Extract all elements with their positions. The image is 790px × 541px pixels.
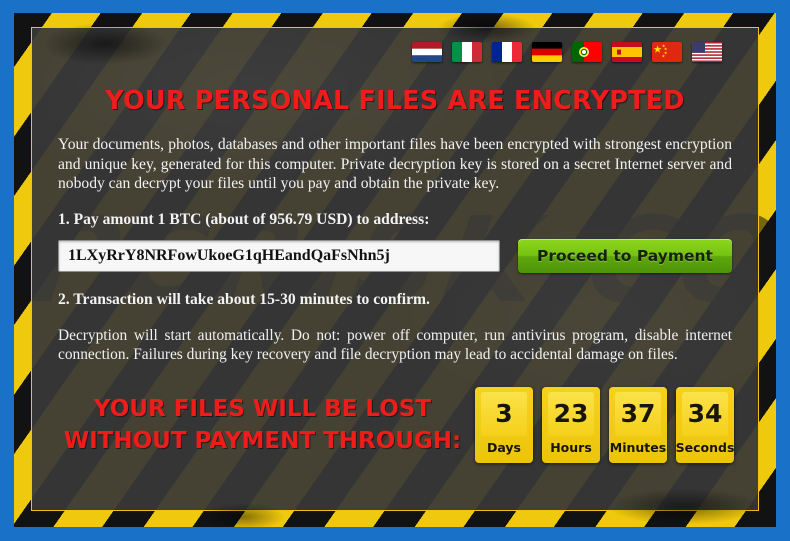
flag-usa-icon[interactable] <box>692 42 722 62</box>
bitcoin-address-input[interactable]: 1LXyRrY8NRFowUkoeG1qHEandQaFsNhn5j <box>58 239 500 272</box>
countdown-hours-value: 23 <box>548 391 594 436</box>
countdown-cell-hours: 23 Hours <box>542 386 600 463</box>
countdown-cell-days: 3 Days <box>475 386 533 463</box>
countdown-minutes-value: 37 <box>615 391 661 436</box>
warning-countdown-row: YOUR FILES WILL BE LOST WITHOUT PAYMENT … <box>54 386 736 463</box>
countdown-days-label: Days <box>486 439 521 455</box>
countdown-cell-minutes: 37 Minutes <box>609 386 667 463</box>
hazard-stripe-background: PCRISK.COM <box>14 13 776 527</box>
countdown-seconds-label: Seconds <box>675 439 735 455</box>
ransom-note-panel: YOUR PERSONAL FILES ARE ENCRYPTED Your d… <box>31 27 759 511</box>
flag-italy-icon[interactable] <box>452 42 482 62</box>
step-two-text: 2. Transaction will take about 15-30 min… <box>58 290 430 308</box>
flag-france-icon[interactable] <box>492 42 522 62</box>
countdown-hours-label: Hours <box>550 439 592 455</box>
flag-netherlands-icon[interactable] <box>412 42 442 62</box>
proceed-to-payment-button[interactable]: Proceed to Payment <box>518 238 732 273</box>
countdown-seconds-value: 34 <box>682 391 728 436</box>
countdown-minutes-label: Minutes <box>609 439 667 455</box>
flag-china-icon[interactable] <box>652 42 682 62</box>
step-one-text: 1. Pay amount 1 BTC (about of 956.79 USD… <box>58 210 430 228</box>
countdown-timer: 3 Days 23 Hours 37 Minutes 34 Seconds <box>475 386 735 463</box>
decryption-note: Decryption will start automatically. Do … <box>58 326 732 364</box>
ransom-screen: PCRISK.COM <box>0 0 790 541</box>
flag-germany-icon[interactable] <box>532 42 562 62</box>
language-flag-row[interactable] <box>54 40 736 64</box>
intro-paragraph: Your documents, photos, databases and ot… <box>58 136 732 192</box>
warning-line-1: YOUR FILES WILL BE LOST <box>93 395 432 422</box>
countdown-cell-seconds: 34 Seconds <box>675 386 735 463</box>
flag-portugal-icon[interactable] <box>572 42 602 62</box>
warning-line-2: WITHOUT PAYMENT THROUGH: <box>63 427 462 454</box>
countdown-days-value: 3 <box>481 391 527 436</box>
payment-row: 1LXyRrY8NRFowUkoeG1qHEandQaFsNhn5j Proce… <box>54 238 736 273</box>
files-lost-warning: YOUR FILES WILL BE LOST WITHOUT PAYMENT … <box>56 393 475 457</box>
flag-spain-icon[interactable] <box>612 42 642 62</box>
page-title: YOUR PERSONAL FILES ARE ENCRYPTED <box>105 86 685 116</box>
